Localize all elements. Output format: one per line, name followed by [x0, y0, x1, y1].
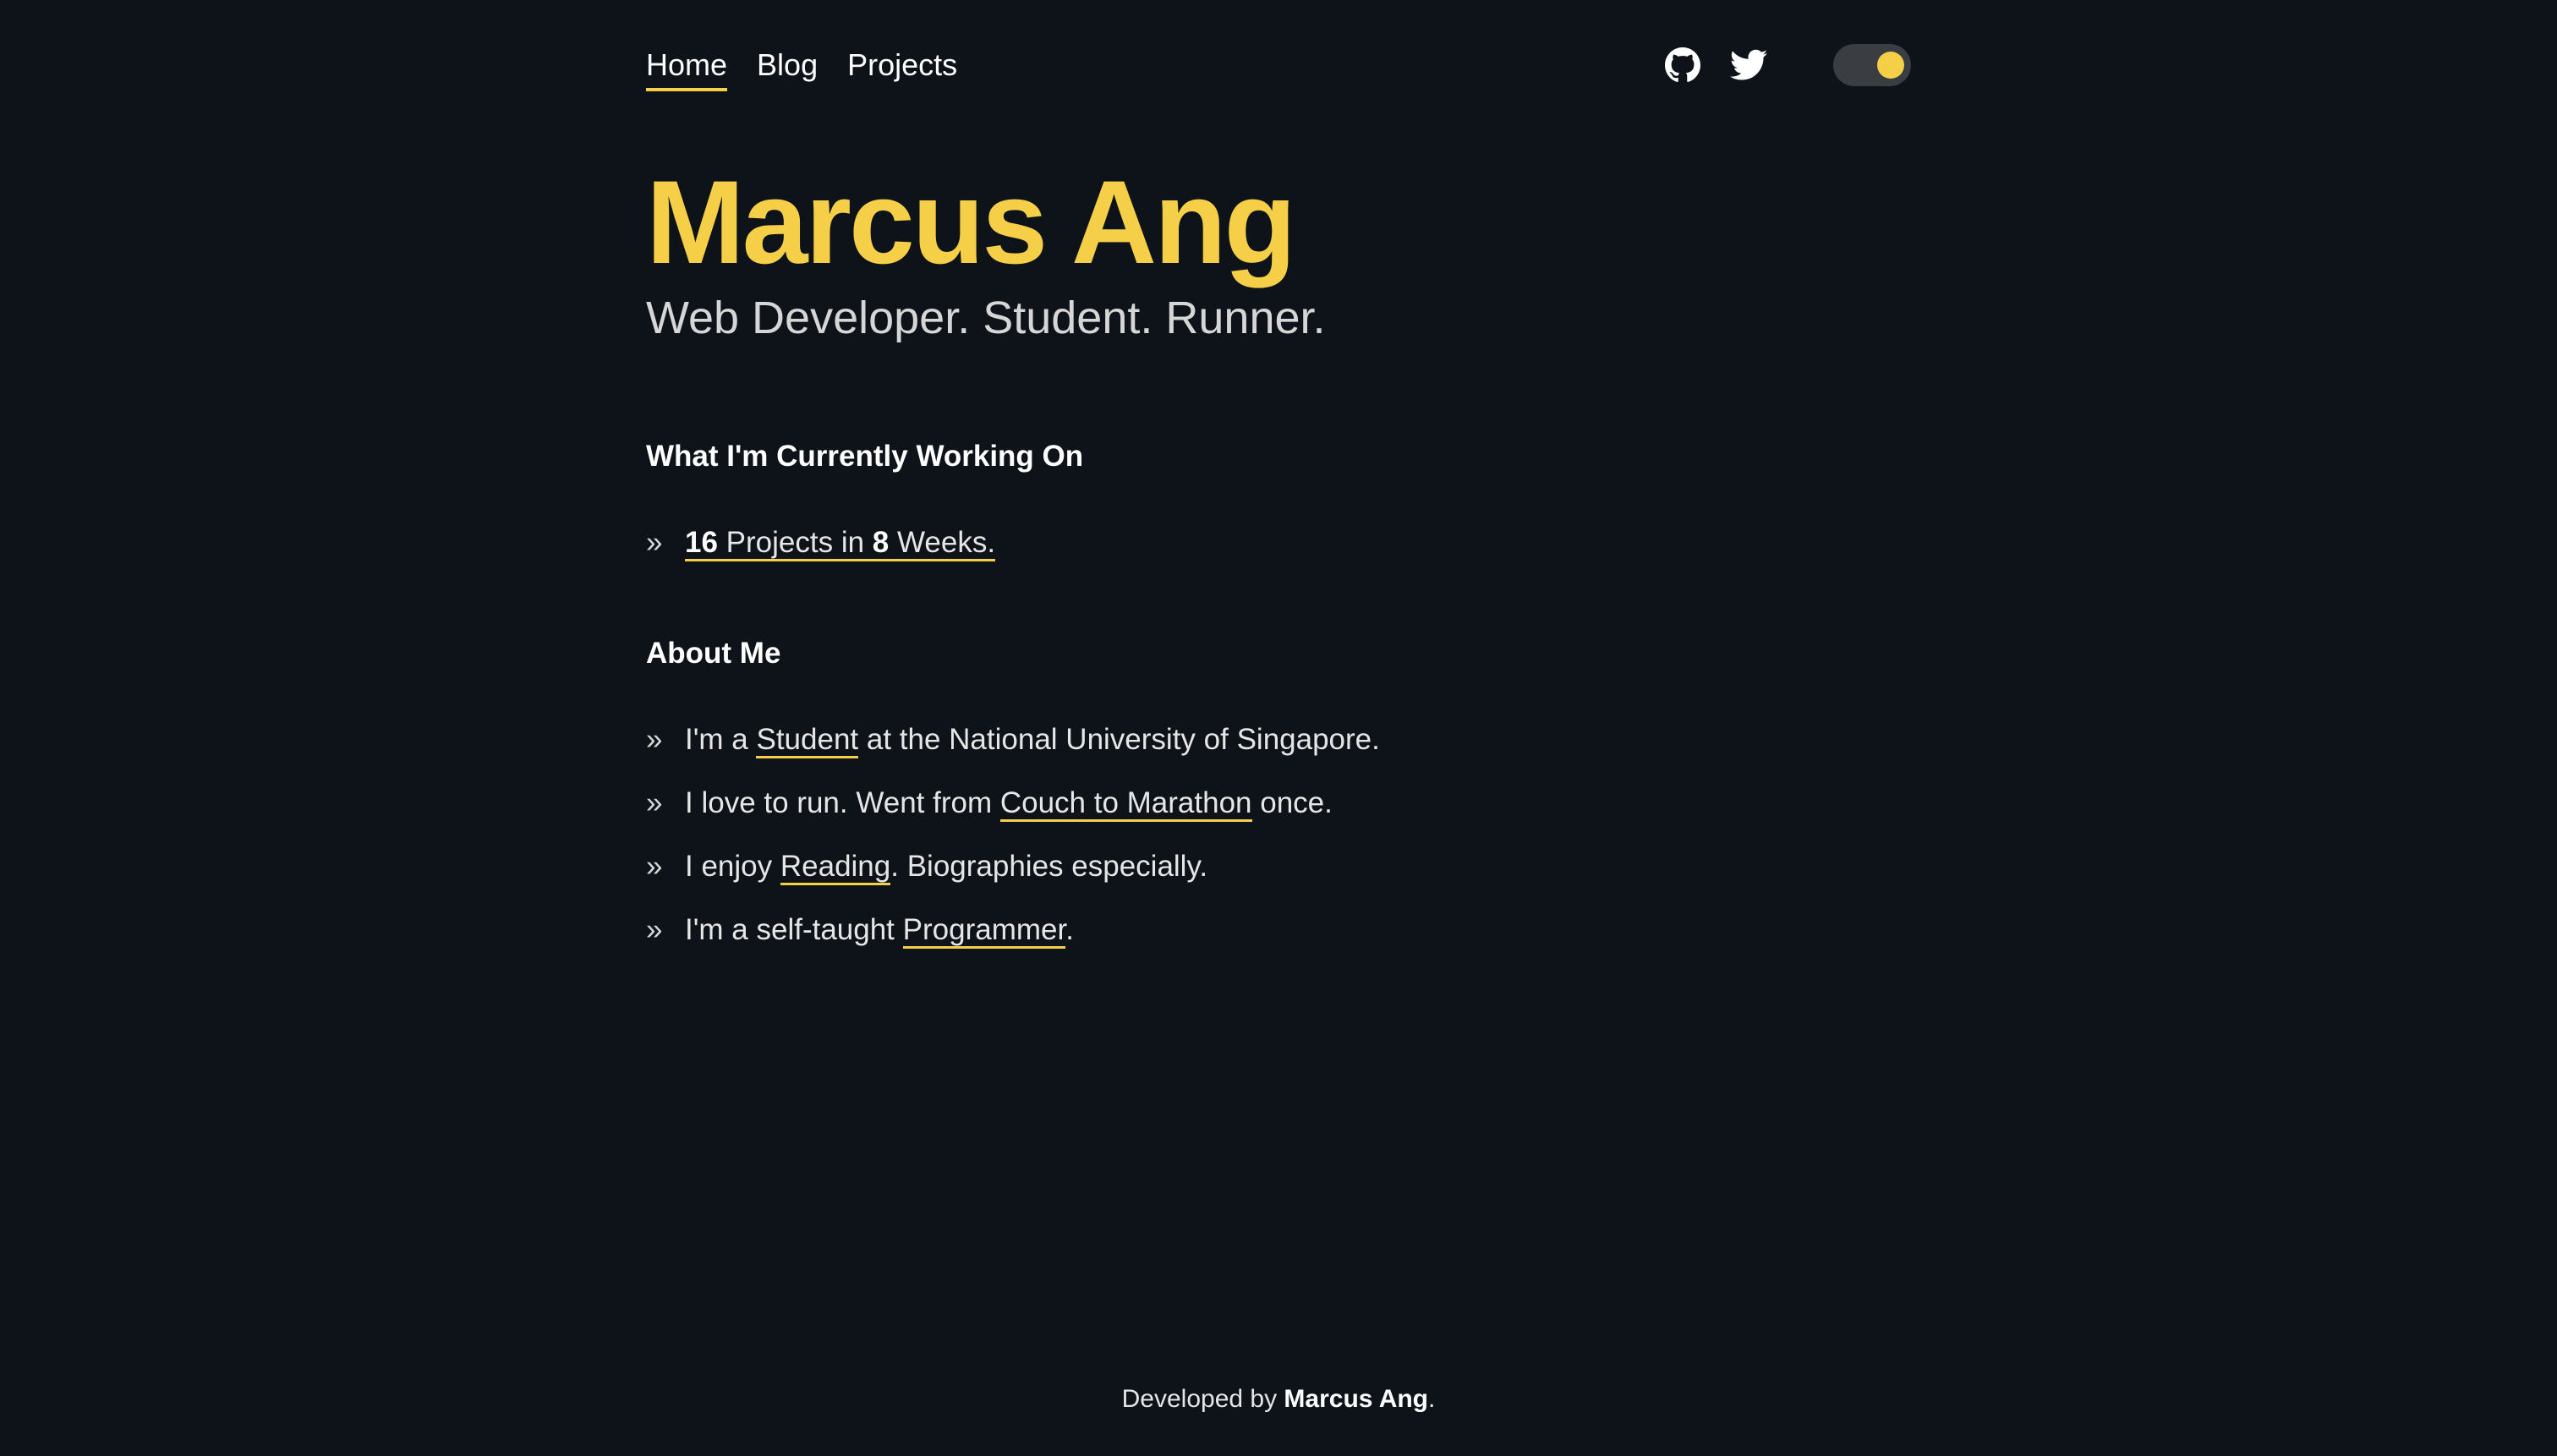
list-item: » I'm a Student at the National Universit…: [646, 708, 1380, 771]
weeks-count: 8: [872, 526, 890, 559]
item-text: I'm a: [685, 723, 757, 756]
bullet: »: [646, 850, 663, 883]
item-text: I'm a self-taught: [685, 913, 903, 946]
toggle-knob: [1877, 52, 1904, 79]
item-text: .: [1065, 913, 1074, 946]
couch-to-marathon-link[interactable]: Couch to Marathon: [999, 786, 1252, 822]
weeks-text: Weeks.: [889, 526, 996, 559]
bullet: »: [646, 723, 663, 756]
twitter-icon[interactable]: [1730, 47, 1767, 84]
student-link[interactable]: Student: [756, 723, 859, 758]
footer-author: Marcus Ang: [1284, 1385, 1429, 1413]
reading-link[interactable]: Reading: [780, 850, 891, 885]
footer-suffix: .: [1428, 1385, 1436, 1413]
item-text: at the National University of Singapore.: [858, 723, 1380, 756]
projects-count: 16: [685, 526, 718, 559]
projects-challenge-link[interactable]: 16 Projects in 8 Weeks.: [685, 526, 996, 561]
nav-link-projects[interactable]: Projects: [847, 42, 957, 91]
bullet: »: [646, 526, 663, 559]
list-item: » I love to run. Went from Couch to Marat…: [646, 771, 1380, 835]
projects-text: Projects in: [717, 526, 873, 559]
about-heading: About Me: [646, 637, 781, 670]
item-text: I enjoy: [685, 850, 780, 883]
page-title: Marcus Ang: [646, 156, 1296, 288]
list-item: » 16 Projects in 8 Weeks.: [646, 511, 996, 574]
nav-link-blog[interactable]: Blog: [757, 42, 818, 91]
item-text: . Biographies especially.: [890, 850, 1208, 883]
item-text: I love to run. Went from: [685, 786, 1000, 819]
working-on-heading: What I'm Currently Working On: [646, 440, 1084, 473]
top-nav: Home Blog Projects: [646, 42, 1911, 93]
github-icon[interactable]: [1664, 47, 1701, 84]
theme-toggle[interactable]: [1833, 44, 1911, 86]
bullet: »: [646, 913, 663, 946]
footer: Developed by Marcus Ang.: [0, 1378, 2557, 1420]
about-list: » I'm a Student at the National Universit…: [646, 708, 1380, 961]
bullet: »: [646, 786, 663, 819]
item-text: once.: [1251, 786, 1333, 819]
list-item: » I enjoy Reading. Biographies especially…: [646, 835, 1380, 898]
nav-links: Home Blog Projects: [646, 42, 957, 91]
nav-link-home[interactable]: Home: [646, 42, 728, 91]
page-subtitle: Web Developer. Student. Runner.: [646, 293, 1326, 343]
working-on-list: » 16 Projects in 8 Weeks.: [646, 511, 996, 574]
programmer-link[interactable]: Programmer: [902, 913, 1066, 949]
footer-prefix: Developed by: [1121, 1385, 1284, 1413]
nav-right: [1664, 42, 1911, 88]
list-item: » I'm a self-taught Programmer.: [646, 898, 1380, 961]
